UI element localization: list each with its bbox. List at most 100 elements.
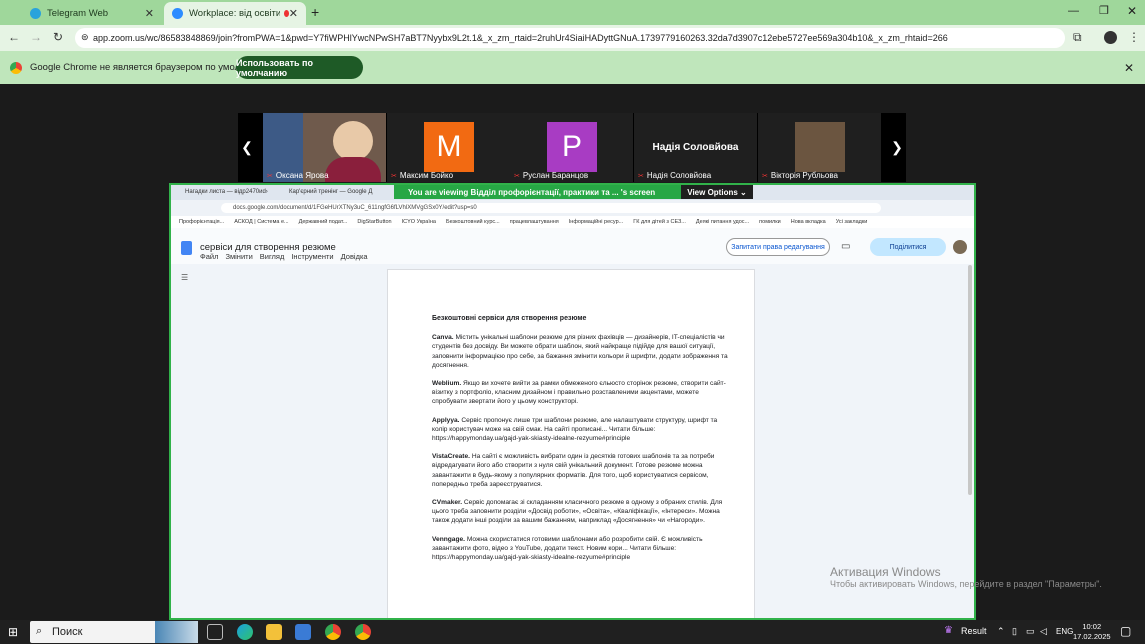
doc-paragraph: VistaCreate. На сайті є можливість вибра…	[432, 452, 732, 489]
bookmark: Нова вкладка	[790, 219, 826, 225]
view-options-button[interactable]: View Options ⌄	[681, 185, 753, 199]
shared-tab: Кар'єрний тренінг — Google Д	[289, 189, 373, 195]
participant-video	[795, 122, 845, 172]
paragraph-title: Weblium.	[432, 380, 462, 388]
tab-zoom[interactable]: Workplace: від освіти до кар ✕	[164, 2, 306, 25]
participant-tile[interactable]: Надія Соловйова Надія Соловйова	[634, 113, 757, 182]
view-options-label: View Options	[687, 187, 738, 197]
docs-icon	[181, 241, 192, 255]
camera-icon: ▭	[841, 241, 851, 252]
set-default-button[interactable]: Использовать по умолчанию	[236, 56, 363, 79]
new-tab-button[interactable]: +	[311, 4, 319, 20]
doc-paragraph: Venngage. Можна скористатися готовими ша…	[432, 535, 732, 563]
chrome-taskbar-icon[interactable]	[355, 624, 371, 640]
chrome-taskbar-icon[interactable]	[325, 624, 341, 640]
back-icon[interactable]: ←	[8, 31, 20, 43]
bookmark: АСКОД | Система е...	[234, 219, 289, 225]
chevron-up-icon[interactable]: ⌃	[997, 626, 1005, 637]
activation-watermark-text: Чтобы активировать Windows, перейдите в …	[830, 579, 1102, 589]
edge-icon[interactable]	[237, 624, 253, 640]
bookmark: працевлаштування	[509, 219, 559, 225]
request-edit-button: Запитати права редагування	[726, 238, 830, 256]
participant-tile[interactable]: P Руслан Баранцов	[510, 113, 633, 182]
telegram-icon	[30, 8, 41, 19]
paragraph-text: Сервіс допомагає зі складанням класичног…	[432, 499, 723, 525]
extensions-icon[interactable]: ⧉	[1073, 31, 1082, 43]
tab-title: Workplace: від освіти до кар	[189, 8, 280, 19]
windows-start-icon[interactable]: ⊞	[8, 625, 18, 639]
store-icon[interactable]	[295, 624, 311, 640]
doc-page: Безкоштовні сервіси для створення резюме…	[387, 269, 755, 618]
menu-item: Інструменти	[291, 252, 334, 261]
clock[interactable]: 10:02 17.02.2025	[1073, 622, 1111, 642]
clock-time: 10:02	[1082, 622, 1102, 631]
bookmark: ICYO Україна	[401, 219, 436, 225]
participant-name: Вікторія Рубльова	[762, 171, 838, 180]
doc-menu: Файл Змінити Вигляд Інструменти Довідка	[200, 252, 368, 261]
paragraph-text: Сервіс пропонує лише три шаблони резюме,…	[432, 416, 718, 443]
close-icon[interactable]: ✕	[145, 7, 154, 20]
browser-tab-strip: Telegram Web ✕ Workplace: від освіти до …	[0, 0, 1145, 25]
avatar: M	[424, 122, 474, 172]
minimize-icon[interactable]: —	[1068, 5, 1079, 17]
address-bar[interactable]: ⊜ app.zoom.us/wc/86583848869/join?fromPW…	[75, 28, 1065, 48]
participant-name: Руслан Баранцов	[514, 171, 588, 180]
avatar: P	[547, 122, 597, 172]
notification-icon[interactable]: ▢	[1120, 624, 1131, 638]
participant-name: Максим Бойко	[391, 171, 453, 180]
participant-tile[interactable]: Оксана Ярова	[263, 113, 386, 182]
share-button: Поділитися	[870, 238, 946, 256]
next-participants-button[interactable]: ❯	[888, 113, 906, 182]
search-highlight-image	[155, 621, 198, 643]
shared-tab: Нагадки листа — відр2470иd›	[185, 189, 268, 195]
menu-icon[interactable]: ⋮	[1128, 31, 1140, 43]
paragraph-title: Venngage.	[432, 535, 465, 543]
result-icon: ♛	[944, 625, 953, 636]
infobar-text: Google Chrome не является браузером по у…	[30, 62, 271, 73]
task-view-icon[interactable]	[207, 624, 223, 640]
participant-tile[interactable]: M Максим Бойко	[387, 113, 510, 182]
language-indicator[interactable]: ENG	[1056, 627, 1073, 636]
paragraph-text: Можна скористатися готовими шаблонами аб…	[432, 535, 703, 562]
bookmark: DigStarButton	[357, 219, 392, 225]
volume-icon[interactable]: ◁	[1040, 626, 1047, 637]
default-browser-infobar: Google Chrome не является браузером по у…	[0, 51, 1145, 84]
doc-content: Безкоштовні сервіси для створення резюме…	[432, 314, 732, 571]
reload-icon[interactable]: ↻	[53, 31, 63, 43]
menu-item: Довідка	[340, 252, 368, 261]
close-window-icon[interactable]: ✕	[1127, 4, 1137, 18]
doc-paragraph: Applyya. Сервіс пропонує лише три шаблон…	[432, 416, 732, 444]
avatar	[953, 240, 967, 254]
avatar[interactable]	[1104, 31, 1117, 44]
result-label[interactable]: Result	[961, 626, 987, 636]
shared-bookmarks-bar: Профорієнтація... АСКОД | Система е... Д…	[171, 216, 974, 228]
prev-participants-button[interactable]: ❮	[238, 113, 256, 182]
site-info-icon[interactable]: ⊜	[81, 32, 89, 43]
network-icon[interactable]: ▯	[1012, 626, 1017, 637]
shared-url: docs.google.com/document/d/1FGeHUrXTNy3u…	[221, 203, 881, 213]
chrome-icon	[10, 61, 22, 74]
bookmark: Безкоштовний курс...	[446, 219, 500, 225]
bookmark: Державний подат...	[298, 219, 348, 225]
menu-item: Змінити	[225, 252, 253, 261]
battery-icon[interactable]: ▭	[1026, 626, 1035, 637]
bookmark: Деякі питання удос...	[695, 219, 750, 225]
zoom-icon	[172, 8, 183, 19]
doc-paragraph: CVmaker. Сервіс допомагає зі складанням …	[432, 498, 732, 526]
participant-tile[interactable]: Вікторія Рубльова	[758, 113, 881, 182]
shared-screen: Нагадки листа — відр2470иd› Кар'єрний тр…	[169, 183, 976, 620]
doc-heading: Безкоштовні сервіси для створення резюме	[432, 315, 587, 322]
activation-watermark-title: Активация Windows	[830, 565, 941, 579]
tab-telegram[interactable]: Telegram Web ✕	[22, 2, 162, 25]
paragraph-title: VistaCreate.	[432, 453, 470, 461]
file-explorer-icon[interactable]	[266, 624, 282, 640]
close-icon[interactable]: ✕	[289, 7, 298, 20]
forward-icon[interactable]: →	[30, 31, 42, 43]
maximize-icon[interactable]: ❐	[1099, 4, 1109, 17]
participant-video	[333, 121, 373, 161]
bookmark: ГК для дітей з СЕЗ...	[633, 219, 686, 225]
close-icon[interactable]: ✕	[1124, 61, 1134, 75]
outline-icon: ☰	[181, 273, 189, 282]
doc-paragraph: Weblium. Якщо ви хочете вийти за рамки о…	[432, 379, 732, 407]
paragraph-title: Canva.	[432, 334, 454, 342]
